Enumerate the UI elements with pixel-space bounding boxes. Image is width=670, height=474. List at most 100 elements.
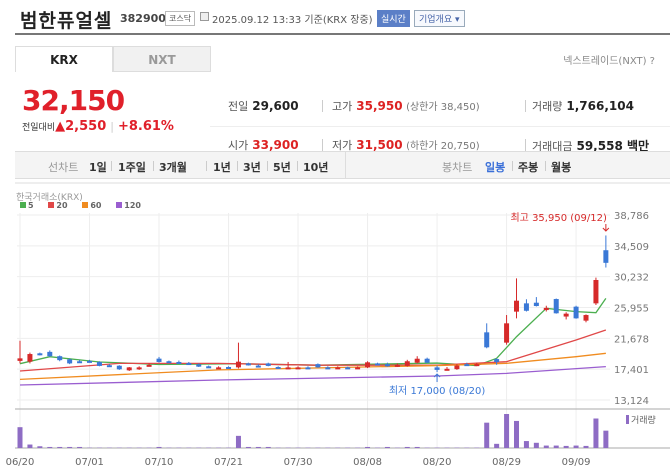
y-tick-label: 30,232 (614, 273, 649, 284)
candle-body (196, 364, 202, 367)
candle-body (96, 361, 102, 366)
candle-body (275, 367, 281, 370)
candle-body (265, 363, 271, 366)
x-tick-label: 08/29 (492, 457, 521, 468)
candle-body (494, 359, 500, 362)
candle-body (593, 279, 599, 304)
y-tick-label: 38,786 (614, 211, 649, 222)
candle-body (146, 364, 152, 367)
x-tick-label: 08/20 (423, 457, 452, 468)
candle-body (325, 367, 331, 370)
volume-bar (523, 441, 529, 448)
candle-body (484, 332, 490, 348)
y-tick-label: 13,124 (614, 396, 649, 407)
volume-bar (593, 418, 599, 448)
volume-bar (514, 420, 519, 448)
candle-body (394, 364, 400, 367)
candle-body (77, 361, 83, 364)
volume-bar (583, 445, 589, 448)
volume-bar (77, 446, 83, 448)
candle-body (116, 365, 122, 370)
candle-body (126, 367, 132, 371)
candle-body (384, 364, 390, 367)
volume-bar (57, 446, 63, 448)
x-tick-label: 08/08 (353, 457, 382, 468)
y-tick-label: 21,678 (614, 334, 649, 345)
candle-body (87, 360, 93, 363)
candle-body (156, 358, 162, 362)
volume-bar (27, 444, 33, 448)
y-tick-label: 25,955 (614, 304, 649, 315)
candle-body (166, 361, 172, 364)
candle-body (533, 302, 539, 307)
candle-body (355, 367, 361, 370)
volume-legend-swatch (626, 415, 629, 424)
volume-bar (603, 430, 609, 448)
volume-bar (384, 446, 390, 448)
volume-bar (365, 446, 371, 448)
candle-body (136, 367, 142, 370)
volume-bar (553, 445, 559, 448)
candle-body (176, 361, 182, 364)
volume-bar (563, 445, 569, 448)
x-tick-label: 07/01 (75, 457, 104, 468)
candle-body (504, 323, 510, 343)
candle-body (603, 250, 609, 263)
candle-body (563, 313, 569, 317)
candle-body (216, 367, 222, 370)
candle-body (206, 366, 212, 369)
candle-body (553, 299, 559, 314)
volume-bar (404, 446, 410, 448)
volume-bar (504, 414, 510, 448)
x-tick-label: 07/21 (214, 457, 243, 468)
min-price-annotation: 최저 17,000 (08/20) (389, 385, 485, 397)
volume-bar (414, 446, 420, 448)
volume-bar (67, 446, 73, 448)
candle-body (543, 307, 549, 311)
candle-body (27, 354, 33, 362)
min-arrow-icon (433, 373, 441, 383)
candle-body (67, 359, 73, 364)
volume-bar (533, 442, 539, 448)
volume-bar (47, 446, 53, 448)
candle-body (464, 364, 470, 367)
volume-bar (543, 445, 549, 448)
price-chart[interactable]: 38,786 34,509 30,232 25,955 21,678 17,401 13,1… (0, 0, 670, 474)
candle-body (583, 315, 589, 321)
candle-body (315, 364, 321, 368)
volume-bar (265, 446, 271, 448)
candle-body (335, 367, 341, 370)
volume-bar (156, 446, 162, 448)
candle-body (37, 353, 43, 356)
candle-body (295, 367, 301, 370)
candle-body (255, 365, 261, 368)
candle-body (523, 303, 529, 311)
candle-body (17, 358, 23, 361)
candle-body (514, 300, 519, 312)
candle-body (365, 362, 371, 368)
volume-bar (484, 422, 490, 448)
candle-body (57, 356, 63, 361)
candle-body (404, 361, 410, 366)
candle-body (474, 364, 480, 367)
candle-body (106, 365, 112, 368)
y-tick-label: 34,509 (614, 242, 649, 253)
volume-bar (245, 446, 251, 448)
volume-bar (573, 445, 579, 448)
candle-body (47, 351, 53, 357)
candle-body (444, 368, 450, 371)
x-tick-label: 09/09 (562, 457, 591, 468)
candle-body (235, 361, 241, 368)
candle-body (424, 358, 430, 363)
max-price-annotation: 최고 35,950 (09/12) (510, 212, 606, 224)
candle-body (305, 367, 311, 370)
candle-body (573, 306, 579, 319)
candle-body (374, 363, 380, 366)
candle-body (434, 367, 440, 370)
candle-body (345, 367, 351, 370)
y-tick-label: 17,401 (614, 365, 649, 376)
x-tick-label: 06/20 (6, 457, 35, 468)
max-arrow-icon (602, 224, 610, 232)
volume-bar (255, 446, 261, 448)
candle-body (226, 367, 232, 370)
